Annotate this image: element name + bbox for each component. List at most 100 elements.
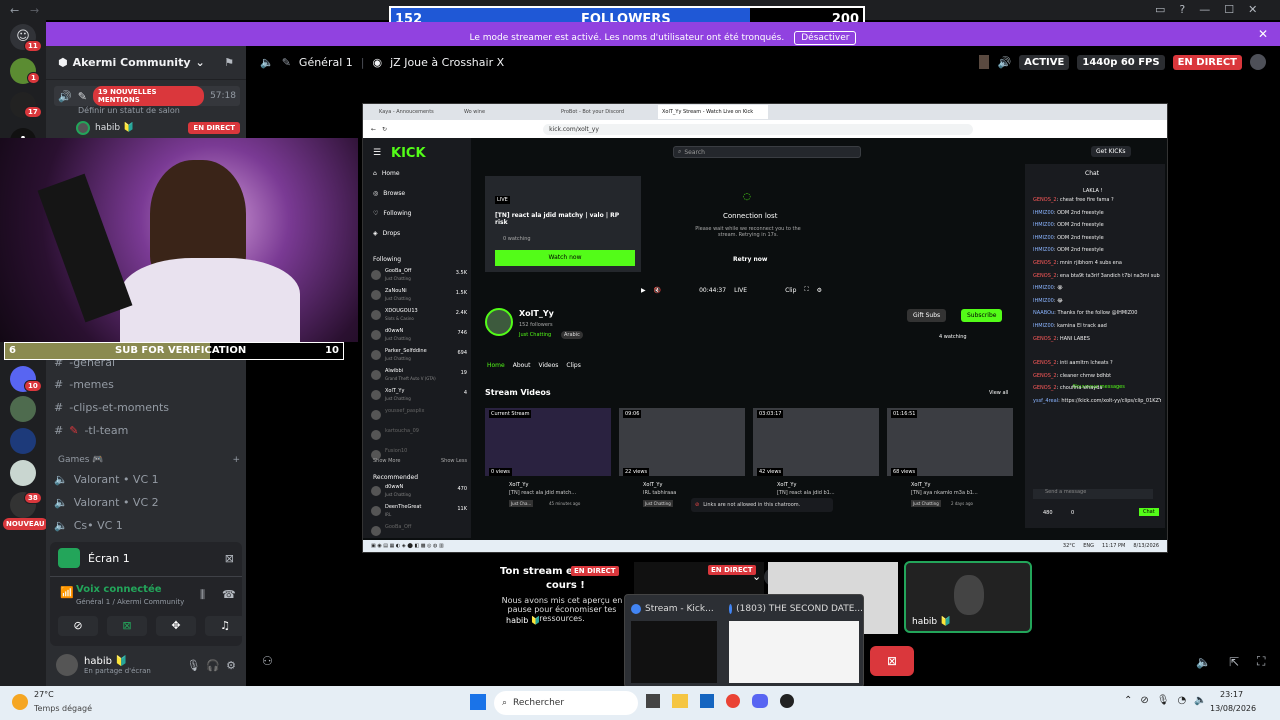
get-kicks-button[interactable]: Get KICKs <box>1091 146 1131 157</box>
tray-mic-icon[interactable]: 🎙 <box>1157 695 1170 706</box>
show-less-link[interactable]: Show Less <box>441 458 467 464</box>
chat-username[interactable]: IHMIZ00 <box>1033 298 1054 304</box>
tray-chevron-icon[interactable]: ⌃ <box>1124 695 1132 706</box>
tab-home[interactable]: Home <box>487 362 505 369</box>
channel-clips[interactable]: # -clips-et-moments <box>54 397 240 417</box>
kick-nav-item[interactable]: ◎ Browse <box>373 190 405 197</box>
channel-list-item[interactable]: d0wwN Just Chatting 746 <box>371 328 467 346</box>
obs-icon[interactable] <box>780 694 794 708</box>
category-games[interactable]: Games 🎮 + <box>58 452 240 468</box>
kick-search[interactable]: ⌕ Search <box>673 146 861 158</box>
clock-time[interactable]: 23:17 <box>1220 690 1243 699</box>
channel-list-item[interactable]: XDOUGOU13 Slots & Casino 2.4K <box>371 308 467 326</box>
channel-list-item[interactable]: youssef_pasplix <box>371 408 467 426</box>
preview-thumb-2[interactable] <box>729 621 859 683</box>
preview-item-1[interactable]: Stream - Kick... <box>631 601 731 617</box>
windows-start-icon[interactable] <box>470 694 486 710</box>
server-icon-6[interactable] <box>10 428 36 454</box>
close-window-icon[interactable]: ✕ <box>1248 3 1257 16</box>
voice-user-row[interactable]: 🔊 ✎ 19 NOUVELLES MENTIONS 57:18 <box>54 86 240 106</box>
chat-username[interactable]: GENOS_2 <box>1033 360 1057 366</box>
file-explorer-icon[interactable] <box>672 694 688 708</box>
inbox-icon[interactable]: ▭ <box>1155 3 1165 16</box>
tab-videos[interactable]: Videos <box>538 362 558 369</box>
channel-memes[interactable]: # -memes <box>54 374 240 394</box>
channel-list-item[interactable]: XolT_Yy Just Chatting 4 <box>371 388 467 406</box>
chrome-icon[interactable] <box>726 694 740 708</box>
server-icon-5[interactable] <box>10 396 36 422</box>
back-arrow-icon[interactable]: ← <box>10 4 19 17</box>
forward-arrow-icon[interactable]: → <box>30 4 39 17</box>
video-off-icon[interactable]: ⊘ <box>58 616 98 636</box>
popout-icon[interactable]: ⇱ <box>1229 655 1239 669</box>
watch-now-button[interactable]: Watch now <box>495 250 635 266</box>
channel-list-item[interactable]: Alwibbi Grand Theft Auto V (GTA) 19 <box>371 368 467 386</box>
retry-button[interactable]: Retry now <box>733 256 767 263</box>
minimize-icon[interactable]: — <box>1199 3 1210 16</box>
browser-tab[interactable]: ProBot - Bot your Discord <box>561 109 656 115</box>
chat-username[interactable]: IHMIZ00 <box>1033 235 1054 241</box>
chat-username[interactable]: yssf_4real <box>1033 398 1058 404</box>
add-member-icon[interactable]: ⚑ <box>224 56 234 69</box>
view-all-link[interactable]: View all <box>989 390 1008 396</box>
chat-username[interactable]: GENOS_2 <box>1033 373 1057 379</box>
mentions-pill[interactable]: 19 NOUVELLES MENTIONS <box>92 86 205 106</box>
disconnect-icon[interactable]: ☎ <box>222 588 236 601</box>
soundboard-icon[interactable]: ♫ <box>205 616 245 636</box>
help-icon[interactable]: ? <box>1179 3 1185 16</box>
voice-connected-subtitle[interactable]: Général 1 / Akermi Community <box>76 598 184 606</box>
voice-cs-1[interactable]: 🔈 Cs• VC 1 <box>54 515 240 535</box>
banner-close-icon[interactable]: ✕ <box>1258 27 1268 41</box>
video-thumbnail[interactable] <box>619 408 745 476</box>
tile-chevron-icon[interactable]: ⌄ <box>752 570 761 583</box>
chat-username[interactable]: GENOS_2 <box>1033 273 1057 279</box>
voice-participant[interactable]: habib 🔰 EN DIRECT <box>76 120 240 136</box>
gift-subs-button[interactable]: Gift Subs <box>907 309 947 322</box>
weather-icon[interactable] <box>12 694 28 710</box>
subscribe-button[interactable]: Subscribe <box>961 309 1003 322</box>
clip-button[interactable]: Clip <box>785 287 796 294</box>
add-channel-icon[interactable]: + <box>232 455 240 465</box>
browser-tab[interactable]: Kaya - Annoucements <box>367 109 462 115</box>
status-hint[interactable]: Définir un statut de salon <box>78 106 180 115</box>
chat-username[interactable]: NAABOu <box>1033 310 1054 316</box>
preview-item-2[interactable]: (1803) THE SECOND DATE... <box>729 601 863 617</box>
channel-category[interactable]: Just Chatting <box>519 332 551 338</box>
player-settings-icon[interactable]: ⚙ <box>817 287 822 294</box>
chat-username[interactable]: IHMIZ00 <box>1033 323 1054 329</box>
tab-about[interactable]: About <box>513 362 531 369</box>
tray-network-icon[interactable]: ⊘ <box>1140 695 1148 706</box>
taskbar-search[interactable]: ⌕ Rechercher <box>494 691 638 715</box>
voice-valorant-1[interactable]: 🔈 Valorant • VC 1 <box>54 469 240 489</box>
video-thumbnail[interactable] <box>887 408 1013 476</box>
server-icon-7[interactable] <box>10 460 36 486</box>
chat-username[interactable]: IHMIZ00 <box>1033 222 1054 228</box>
maximize-icon[interactable]: ☐ <box>1224 3 1234 16</box>
headphones-icon[interactable]: 🎧 <box>206 659 220 672</box>
task-view-icon[interactable] <box>646 694 660 708</box>
clock-date[interactable]: 13/08/2026 <box>1210 704 1256 713</box>
video-thumbnail[interactable] <box>485 408 611 476</box>
video-category[interactable]: Just Cha... <box>509 500 534 507</box>
back-icon[interactable]: ← <box>371 126 376 133</box>
chat-bubble-icon[interactable] <box>1250 54 1266 70</box>
chat-username[interactable]: GENOS_2 <box>1033 197 1057 203</box>
store-icon[interactable] <box>700 694 714 708</box>
channel-list-item[interactable]: Parker_Selfddine Just Chatting 694 <box>371 348 467 366</box>
kick-nav-item[interactable]: ⌂ Home <box>373 170 400 177</box>
chat-send-button[interactable]: Chat <box>1139 508 1159 516</box>
reload-icon[interactable]: ↻ <box>382 126 387 133</box>
user-tile[interactable]: habib 🔰 <box>904 561 1032 633</box>
tray-wifi-icon[interactable]: ◔ <box>1177 695 1186 706</box>
share-screen-button-icon[interactable]: ⊠ <box>107 616 147 636</box>
fullscreen-main-icon[interactable]: ⛶ <box>1257 654 1265 669</box>
url-field[interactable]: kick.com/xolt_yy <box>543 123 974 135</box>
user-avatar[interactable] <box>56 654 78 676</box>
browser-tab[interactable]: Wo wine <box>464 109 559 115</box>
preview-thumb-1[interactable] <box>631 621 717 683</box>
channel-avatar[interactable] <box>485 308 513 336</box>
tab-clips[interactable]: Clips <box>566 362 580 369</box>
volume-icon[interactable]: 🔈 <box>1196 655 1211 669</box>
chat-username[interactable]: GENOS_2 <box>1033 336 1057 342</box>
channel-list-item[interactable]: d0wwN Just Chatting 470 <box>371 484 467 502</box>
